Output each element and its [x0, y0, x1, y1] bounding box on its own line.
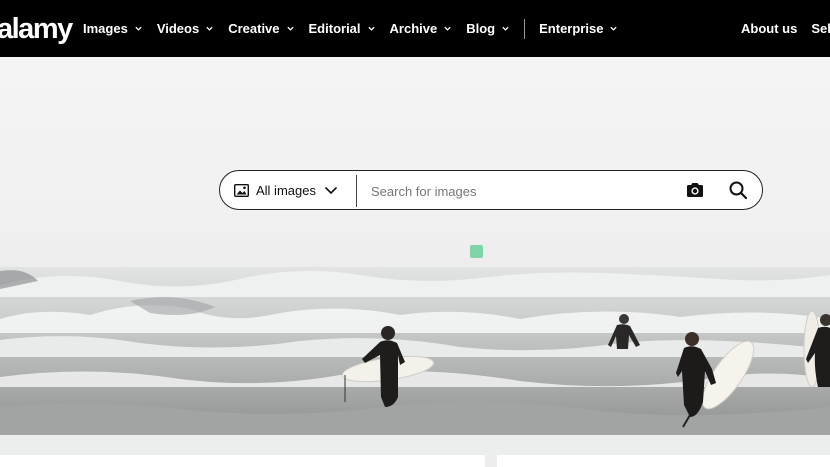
nav-item-label: Images	[83, 21, 128, 36]
nav-item-videos[interactable]: Videos	[157, 21, 214, 36]
nav-item-label: Editorial	[308, 21, 361, 36]
nav-item-label: Blog	[466, 21, 496, 36]
alamy-logo[interactable]: alamy	[0, 11, 73, 47]
main-nav: Images Videos Creative Editorial Archive…	[83, 0, 632, 57]
chevron-down-icon	[444, 26, 451, 31]
camera-icon[interactable]	[686, 182, 704, 198]
content-card	[0, 455, 485, 467]
nav-item-blog[interactable]: Blog	[466, 21, 510, 36]
chevron-down-icon	[135, 26, 142, 31]
nav-item-label: Archive	[389, 21, 438, 36]
chevron-down-icon	[502, 26, 509, 31]
search-icon[interactable]	[729, 181, 747, 199]
nav-item-images[interactable]: Images	[83, 21, 143, 36]
about-us-link[interactable]: About us	[741, 21, 797, 36]
nav-divider	[524, 18, 526, 39]
chevron-down-icon	[206, 26, 213, 31]
image-icon	[234, 183, 249, 197]
sell-link[interactable]: Sell	[811, 21, 830, 36]
search-bar: All images	[219, 170, 763, 210]
nav-item-enterprise[interactable]: Enterprise	[539, 21, 618, 36]
hero-image	[0, 57, 830, 435]
chevron-down-icon	[367, 26, 375, 31]
nav-item-editorial[interactable]: Editorial	[309, 21, 376, 36]
nav-item-creative[interactable]: Creative	[228, 21, 294, 36]
nav-item-label: Creative	[228, 21, 280, 36]
nav-item-label: Videos	[156, 21, 200, 36]
chevron-down-icon	[286, 26, 294, 31]
content-card	[497, 455, 830, 467]
surfers-photo	[0, 267, 830, 435]
search-scope-dropdown[interactable]: All images	[234, 171, 338, 209]
search-divider	[356, 175, 357, 207]
nav-item-label: Enterprise	[539, 21, 604, 36]
search-input[interactable]	[369, 177, 673, 205]
right-nav: About us Sell	[741, 0, 830, 57]
top-navigation-bar: alamy Images Videos Creative Editorial A…	[0, 0, 830, 57]
chevron-down-icon	[324, 186, 338, 194]
search-scope-label: All images	[256, 182, 316, 198]
nav-item-archive[interactable]: Archive	[390, 21, 453, 36]
green-marker	[470, 245, 483, 258]
chevron-down-icon	[610, 26, 618, 31]
